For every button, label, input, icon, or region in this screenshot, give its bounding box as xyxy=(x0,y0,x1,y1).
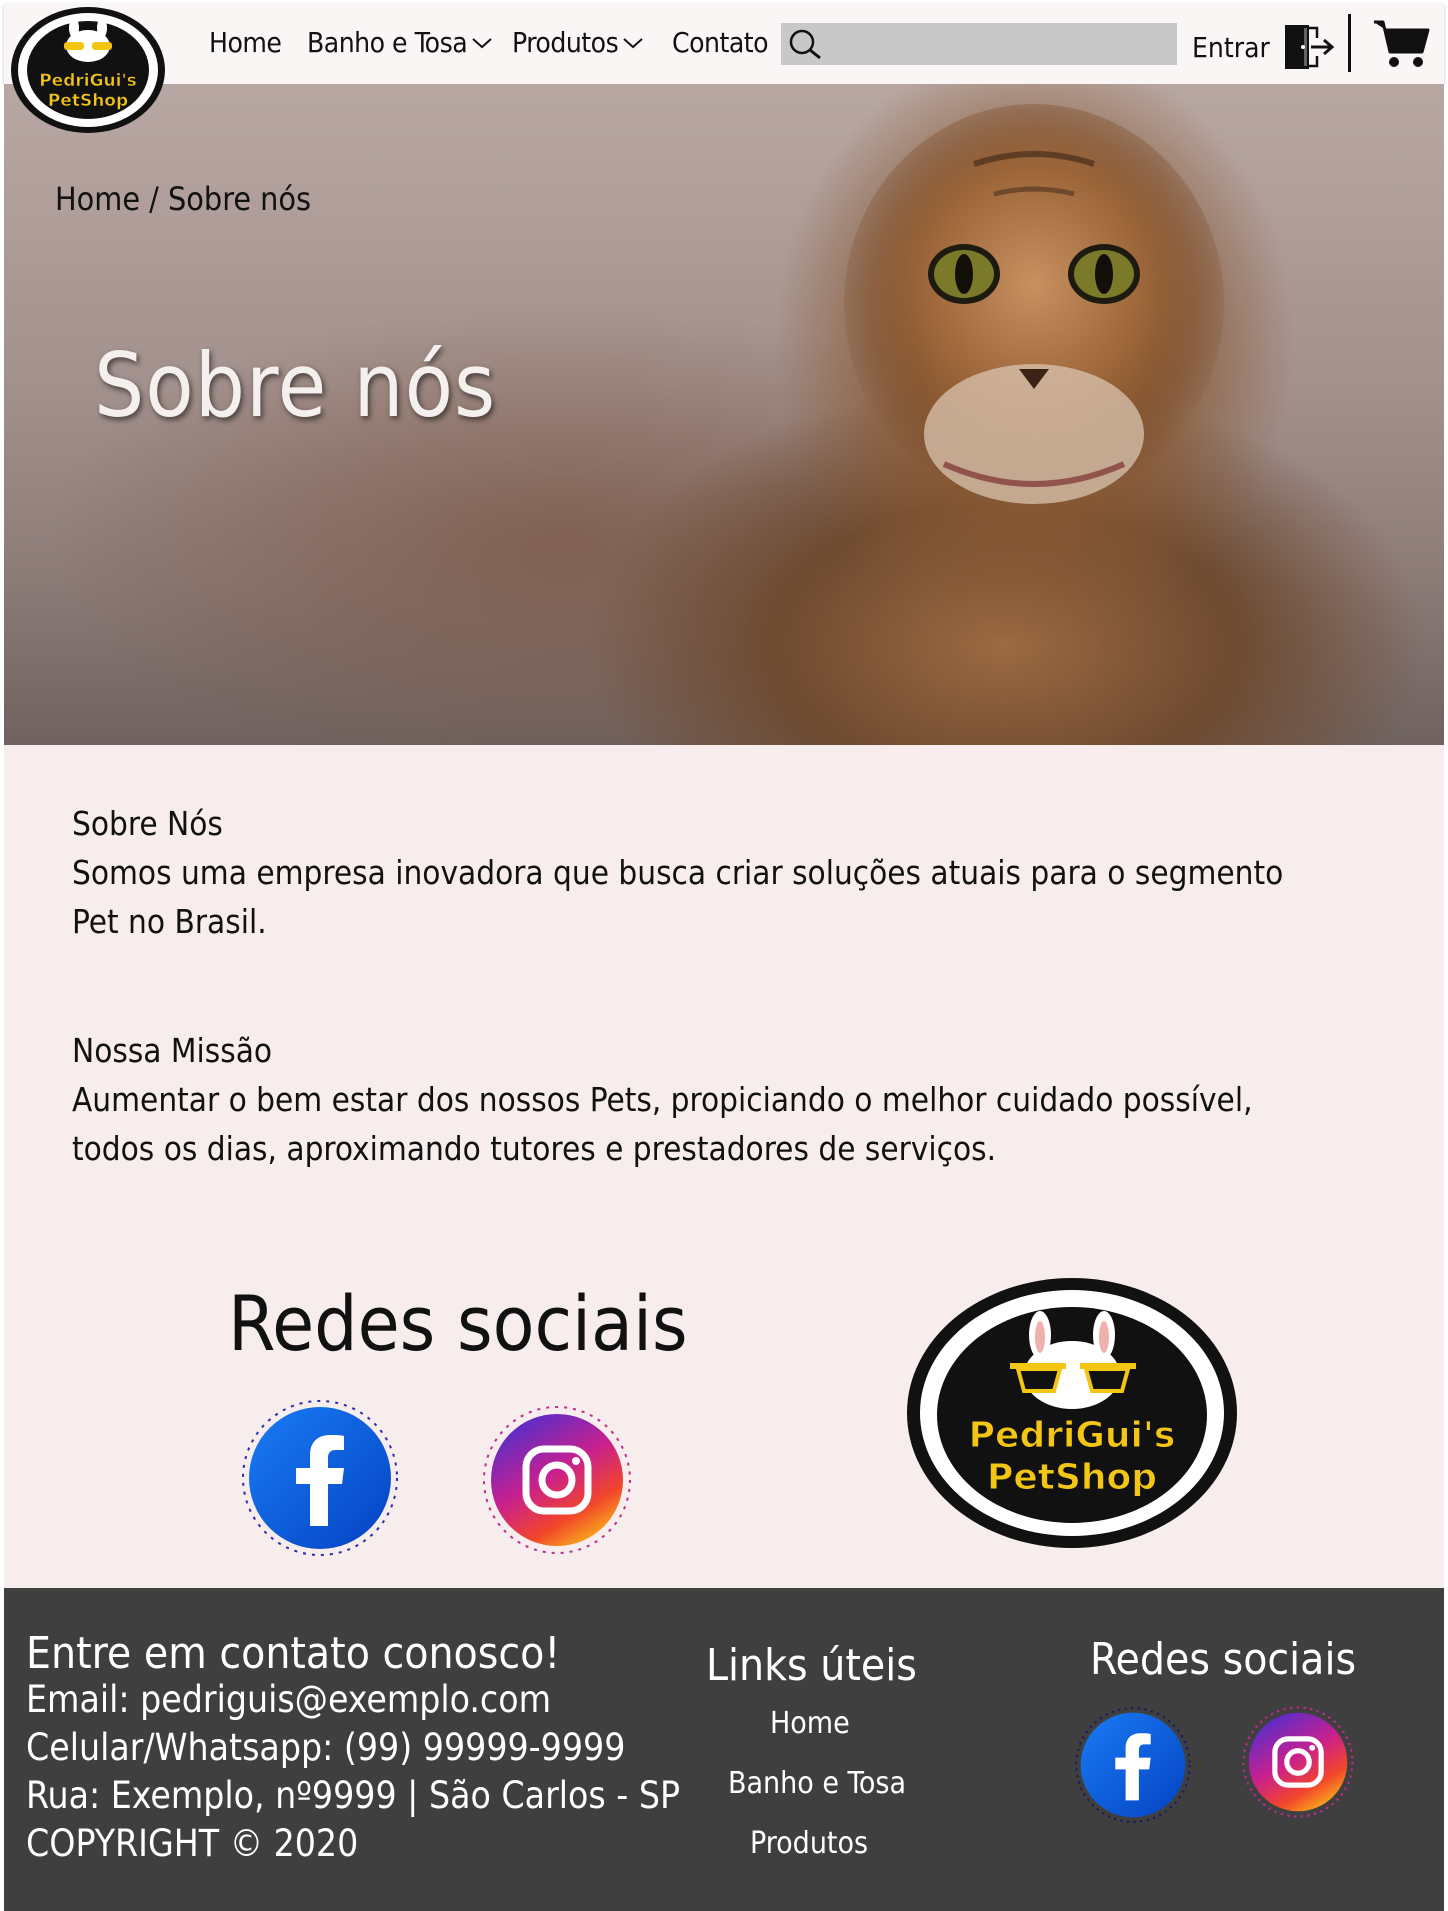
footer-link-home[interactable]: Home xyxy=(770,1706,850,1741)
nav-contato-link[interactable]: Contato xyxy=(672,26,769,59)
svg-text:PedriGui's: PedriGui's xyxy=(969,1415,1176,1456)
mission-text-line1: Aumentar o bem estar dos nossos Pets, pr… xyxy=(72,1080,1253,1119)
footer: Entre em contato conosco! Email: pedrigu… xyxy=(4,1588,1444,1911)
facebook-link[interactable] xyxy=(240,1398,400,1562)
svg-text:PetShop: PetShop xyxy=(987,1457,1157,1498)
footer-social-title: Redes sociais xyxy=(1090,1634,1357,1685)
nav-home-label: Home xyxy=(209,26,282,59)
nav-produtos-label: Produtos xyxy=(512,26,619,59)
search-bar xyxy=(781,23,1177,65)
search-input[interactable] xyxy=(831,23,1177,65)
facebook-icon xyxy=(242,1400,398,1556)
nav-home-link[interactable]: Home xyxy=(209,26,282,59)
about-section: Sobre Nós Somos uma empresa inovadora qu… xyxy=(4,745,1444,1588)
brand-logo[interactable]: PedriGui's PetShop xyxy=(8,4,168,136)
breadcrumb[interactable]: Home / Sobre nós xyxy=(55,180,311,218)
cart-button[interactable] xyxy=(1372,18,1430,70)
footer-copyright: COPYRIGHT © 2020 xyxy=(26,1822,359,1865)
mission-text-line2: todos os dias, aproximando tutores e pre… xyxy=(72,1129,997,1168)
footer-link-produtos[interactable]: Produtos xyxy=(750,1826,868,1861)
chevron-down-icon xyxy=(623,37,643,48)
about-block: Sobre Nós Somos uma empresa inovadora qu… xyxy=(72,799,1332,946)
footer-address: Rua: Exemplo, nº9999 | São Carlos - SP xyxy=(26,1774,681,1817)
nav-banho-dropdown[interactable]: Banho e Tosa xyxy=(307,26,493,59)
svg-text:PedriGui's: PedriGui's xyxy=(39,71,137,91)
navbar: Home Banho e Tosa Produtos Contato Entra… xyxy=(4,4,1444,84)
footer-instagram-link[interactable] xyxy=(1242,1706,1354,1822)
svg-text:PetShop: PetShop xyxy=(48,91,128,111)
instagram-icon xyxy=(483,1406,631,1554)
mission-heading: Nossa Missão xyxy=(72,1031,273,1070)
facebook-icon xyxy=(1075,1707,1191,1823)
footer-link-banho[interactable]: Banho e Tosa xyxy=(728,1766,906,1801)
login-label: Entrar xyxy=(1192,30,1270,64)
about-text-line1: Somos uma empresa inovadora que busca cr… xyxy=(72,853,1284,892)
door-enter-icon xyxy=(1284,25,1335,69)
nav-contato-label: Contato xyxy=(672,26,769,59)
login-button[interactable]: Entrar xyxy=(1192,24,1336,70)
instagram-link[interactable] xyxy=(482,1405,632,1559)
nav-produtos-dropdown[interactable]: Produtos xyxy=(512,26,644,59)
instagram-icon xyxy=(1242,1706,1354,1818)
footer-contact-heading: Entre em contato conosco! xyxy=(26,1628,561,1679)
cat-illustration xyxy=(844,104,1224,504)
social-title: Redes sociais xyxy=(228,1279,688,1368)
about-text-line2: Pet no Brasil. xyxy=(72,902,267,941)
nav-divider xyxy=(1348,14,1351,72)
nav-banho-label: Banho e Tosa xyxy=(307,26,468,59)
footer-links-title: Links úteis xyxy=(706,1640,917,1691)
footer-contact: Entre em contato conosco! Email: pedrigu… xyxy=(26,1628,680,1868)
cart-icon xyxy=(1374,20,1430,67)
search-icon[interactable] xyxy=(781,23,831,65)
page-title: Sobre nós xyxy=(94,334,497,437)
hero-banner: Home / Sobre nós Sobre nós xyxy=(4,84,1444,745)
footer-email: Email: pedriguis@exemplo.com xyxy=(26,1678,552,1721)
about-heading: Sobre Nós xyxy=(72,804,223,843)
footer-phone: Celular/Whatsapp: (99) 99999-9999 xyxy=(26,1726,626,1769)
chevron-down-icon xyxy=(472,37,492,48)
brand-logo-large: PedriGui's PetShop xyxy=(904,1275,1240,1551)
mission-block: Nossa Missão Aumentar o bem estar dos no… xyxy=(72,1026,1332,1173)
footer-facebook-link[interactable] xyxy=(1074,1706,1192,1828)
